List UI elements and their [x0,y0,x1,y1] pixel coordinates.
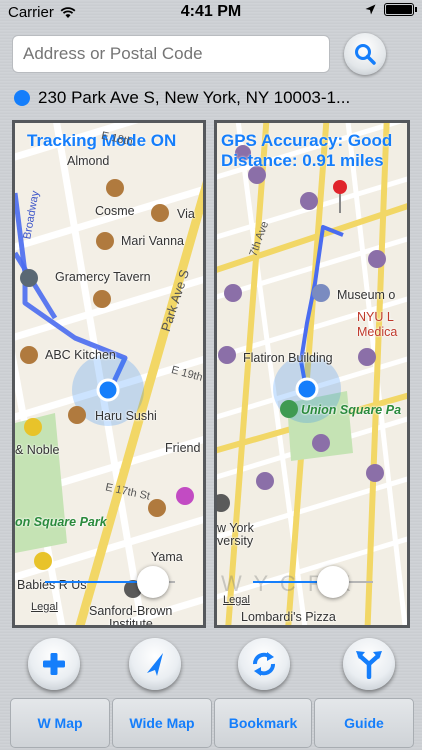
current-address: 230 Park Ave S, New York, NY 10003-1... [14,88,350,108]
fork-arrow-icon [356,651,382,679]
plus-icon [43,653,65,675]
place-label: Almond [67,154,110,168]
place-label: NYU L [357,310,394,324]
refresh-button[interactable] [238,638,290,690]
place-label: Museum o [337,288,396,302]
search-button[interactable] [344,33,386,75]
place-label: versity [217,534,254,548]
place-label: Lombardi's Pizza [241,610,336,624]
tab-wide-map[interactable]: Wide Map [112,698,212,748]
address-text: 230 Park Ave S, New York, NY 10003-1... [38,88,351,107]
add-button[interactable] [28,638,80,690]
search-icon [355,44,376,65]
battery-icon [384,3,417,16]
park-label: Union Square Pa [301,403,402,417]
gps-accuracy-label: GPS Accuracy: Good [221,131,393,150]
status-right [365,3,417,16]
location-dot-icon [14,90,30,106]
legal-link[interactable]: Legal [31,601,58,613]
place-label: & Noble [15,443,60,457]
navigate-button[interactable] [129,638,181,690]
place-label: Medica [357,325,398,339]
place-label: ABC Kitchen [45,348,116,362]
tab-w-map[interactable]: W Map [10,698,110,748]
tab-bookmark[interactable]: Bookmark [214,698,312,748]
distance-label: Distance: 0.91 miles [221,151,384,170]
place-label: Via [177,207,195,221]
tracking-map[interactable]: Tracking Mode ON Almond Cosme Via Mari V… [12,120,206,628]
place-label: Haru Sushi [95,409,157,423]
place-label: Yama [151,550,183,564]
gps-map[interactable]: GPS Accuracy: Good Distance: 0.91 miles … [214,120,410,628]
place-label: Gramercy Tavern [55,270,151,284]
search-input[interactable] [12,35,330,73]
place-label: Flatiron Building [243,351,333,365]
tab-guide[interactable]: Guide [314,698,414,748]
status-bar: Carrier 4:41 PM [0,0,422,24]
zoom-slider-thumb[interactable] [317,566,349,598]
park-label: on Square Park [15,515,107,529]
location-arrow-icon [365,4,376,15]
place-label: Cosme [95,204,135,218]
place-label: w York [217,521,254,535]
place-label: Institute [109,617,153,628]
place-label: Mari Vanna [121,234,184,248]
fork-button[interactable] [343,638,395,690]
status-time: 4:41 PM [180,3,242,20]
place-label: Sanford-Brown [89,604,173,618]
place-label: Friend [165,441,201,455]
zoom-slider-thumb[interactable] [137,566,169,598]
gps-map-canvas [217,123,407,625]
navigation-arrow-icon [147,653,163,676]
refresh-icon [253,652,275,676]
